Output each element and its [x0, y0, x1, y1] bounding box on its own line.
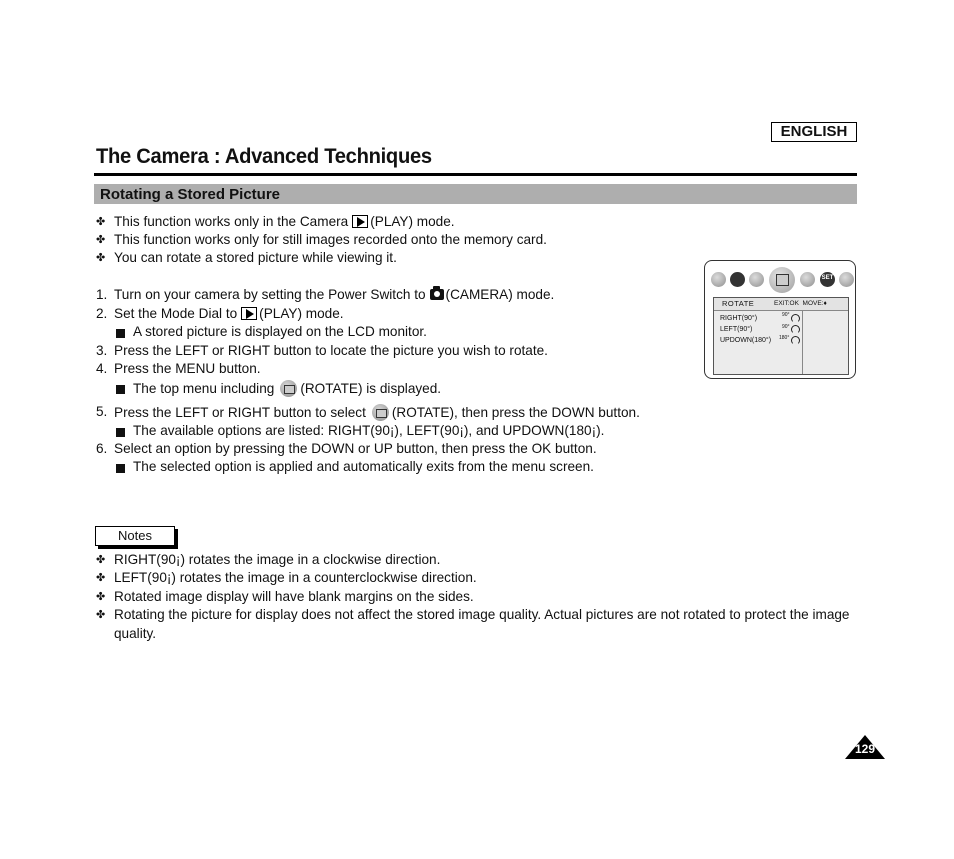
- protect-icon: [711, 272, 726, 287]
- intro-bullet: You can rotate a stored picture while vi…: [114, 250, 397, 265]
- rotate-clockwise-icon: [791, 314, 800, 323]
- intro-bullet: This function works only for still image…: [114, 232, 547, 247]
- step-text-after: (CAMERA) mode.: [445, 287, 555, 302]
- page-title: The Camera : Advanced Techniques: [96, 145, 432, 168]
- setup-icon: SET: [820, 272, 835, 287]
- bullet-icon: ✤: [96, 252, 106, 264]
- play-mode-icon: [241, 307, 258, 320]
- language-badge: ENGLISH: [771, 122, 857, 142]
- step-number: 3.: [96, 343, 108, 358]
- print-icon: [800, 272, 815, 287]
- page-number-badge: 129: [845, 735, 885, 759]
- title-rule: [94, 173, 857, 176]
- rotate-icon: [280, 380, 298, 397]
- slideshow-icon: [749, 272, 764, 287]
- step-text-before: Press the LEFT or RIGHT button to select: [114, 405, 366, 420]
- step-text-after: (PLAY) mode.: [259, 306, 344, 321]
- step-subtext: The available options are listed: RIGHT(…: [133, 423, 605, 438]
- note-item: Rotated image display will have blank ma…: [114, 589, 474, 604]
- intro-bullet: This function works only in the Camera (P…: [114, 214, 455, 230]
- step-subtext: The selected option is applied and autom…: [133, 459, 594, 474]
- step-number: 2.: [96, 306, 108, 321]
- lcd-menu-figure: SET ROTATE EXIT:OK MOVE:♦ RIGHT(90°) LEF…: [704, 260, 856, 379]
- rotate-icon: [769, 267, 795, 293]
- step-text-after: (ROTATE), then press the DOWN button.: [391, 405, 640, 420]
- lcd-degree: 90°: [782, 324, 790, 330]
- lcd-hint: EXIT:OK MOVE:♦: [774, 300, 827, 307]
- square-bullet-icon: [116, 464, 125, 473]
- step-text: Set the Mode Dial to (PLAY) mode.: [114, 306, 344, 322]
- step-subtext: A stored picture is displayed on the LCD…: [133, 324, 427, 339]
- lcd-degree: 90°: [782, 312, 790, 318]
- intro-text-after: (PLAY) mode.: [370, 214, 455, 229]
- user-icon: [839, 272, 854, 287]
- bullet-icon: ✤: [96, 609, 106, 621]
- lcd-option: LEFT(90°): [720, 326, 753, 333]
- lcd-option: RIGHT(90°): [720, 315, 758, 322]
- page-number: 129: [854, 742, 876, 756]
- step-text-before: Turn on your camera by setting the Power…: [114, 287, 426, 302]
- rotate-counterclockwise-icon: [791, 325, 800, 334]
- step-subtext-before: The top menu including: [133, 381, 275, 396]
- rotate-180-icon: [791, 336, 800, 345]
- intro-text: This function works only in the Camera: [114, 214, 349, 229]
- step-number: 6.: [96, 441, 108, 456]
- bullet-icon: ✤: [96, 554, 106, 566]
- lcd-degree: 180°: [779, 335, 790, 341]
- step-text: Select an option by pressing the DOWN or…: [114, 441, 597, 456]
- bullet-icon: ✤: [96, 234, 106, 246]
- note-item: RIGHT(90¡) rotates the image in a clockw…: [114, 552, 441, 567]
- camera-mode-icon: [429, 286, 444, 300]
- step-text-before: Set the Mode Dial to: [114, 306, 238, 321]
- square-bullet-icon: [116, 428, 125, 437]
- note-item: Rotating the picture for display does no…: [114, 607, 850, 622]
- square-bullet-icon: [116, 385, 125, 394]
- step-text: Press the MENU button.: [114, 361, 261, 376]
- step-text: Turn on your camera by setting the Power…: [114, 286, 555, 303]
- lcd-rotate-panel: ROTATE EXIT:OK MOVE:♦ RIGHT(90°) LEFT(90…: [713, 297, 849, 375]
- bullet-icon: ✤: [96, 591, 106, 603]
- setup-label: SET: [821, 275, 834, 281]
- square-bullet-icon: [116, 329, 125, 338]
- step-text: Press the LEFT or RIGHT button to select…: [114, 404, 640, 421]
- lcd-divider: [802, 311, 803, 374]
- step-number: 5.: [96, 404, 108, 419]
- lcd-option: UPDOWN(180°): [720, 337, 772, 344]
- bullet-icon: ✤: [96, 216, 106, 228]
- note-item-continued: quality.: [114, 626, 157, 641]
- step-number: 4.: [96, 361, 108, 376]
- step-subtext: The top menu including (ROTATE) is displa…: [133, 380, 441, 397]
- step-number: 1.: [96, 287, 108, 302]
- lcd-menu-icons: SET: [708, 267, 854, 295]
- section-title: Rotating a Stored Picture: [100, 186, 281, 203]
- play-mode-icon: [352, 215, 369, 228]
- note-item: LEFT(90¡) rotates the image in a counter…: [114, 570, 477, 585]
- lcd-header: ROTATE EXIT:OK MOVE:♦: [714, 298, 848, 311]
- notes-label: Notes: [95, 526, 175, 546]
- step-subtext-after: (ROTATE) is displayed.: [300, 381, 442, 396]
- dpof-icon: [730, 272, 745, 287]
- step-text: Press the LEFT or RIGHT button to locate…: [114, 343, 548, 358]
- bullet-icon: ✤: [96, 572, 106, 584]
- rotate-icon: [371, 404, 389, 421]
- lcd-menu-title: ROTATE: [722, 299, 755, 308]
